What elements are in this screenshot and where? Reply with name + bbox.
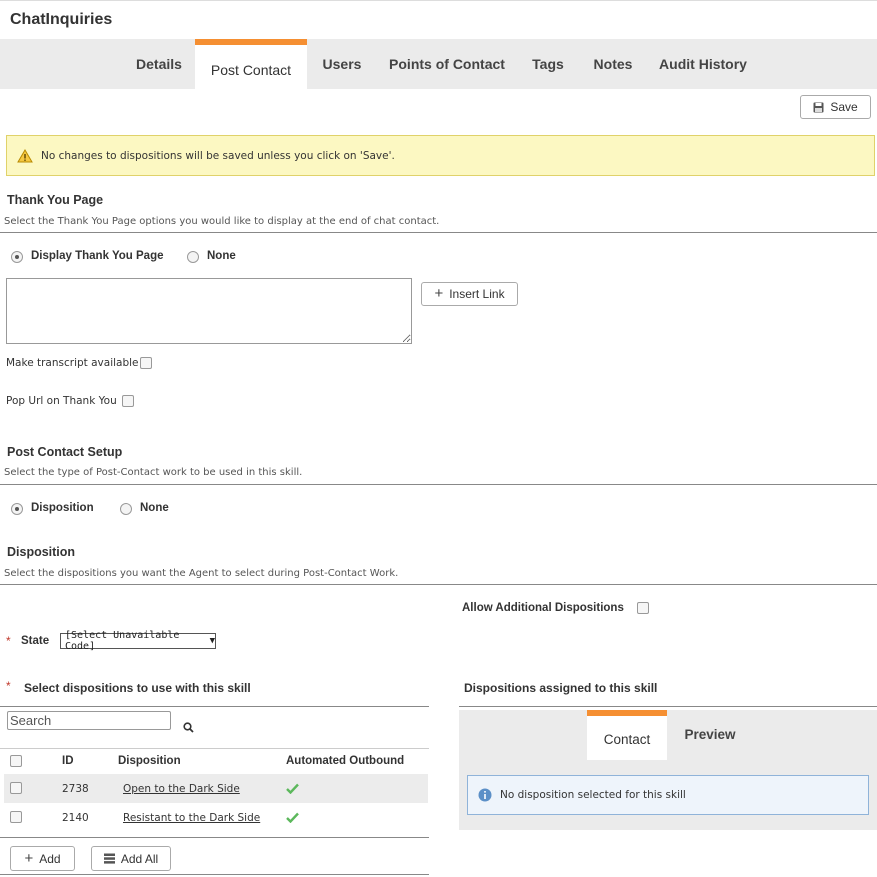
assigned-title: Dispositions assigned to this skill (464, 681, 658, 695)
pop-url-label: Pop Url on Thank You (6, 395, 117, 407)
post-contact-description: Select the type of Post-Contact work to … (4, 467, 303, 478)
display-thank-you-label: Display Thank You Page (31, 250, 164, 262)
tab-contact[interactable]: Contact (587, 710, 667, 760)
empty-info-text: No disposition selected for this skill (500, 789, 686, 801)
disposition-radio-label: Disposition (31, 502, 94, 514)
search-icon[interactable] (183, 722, 194, 733)
search-input[interactable]: Search (7, 711, 171, 730)
list-icon (103, 853, 115, 864)
warning-triangle-icon (17, 148, 33, 162)
table-footer-divider (0, 837, 429, 838)
transcript-checkbox[interactable] (140, 357, 152, 369)
disposition-title: Disposition (7, 545, 76, 559)
column-header-disposition: Disposition (118, 755, 181, 767)
post-contact-none-radio[interactable] (120, 503, 132, 515)
add-label: Add (39, 851, 61, 866)
state-select[interactable]: [Select Unavailable Code] ▼ (60, 630, 216, 652)
select-list-divider (0, 706, 429, 707)
display-thank-you-radio[interactable] (11, 251, 23, 263)
transcript-label: Make transcript available (6, 357, 139, 369)
checkmark-icon (286, 783, 299, 794)
plus-icon: + (24, 849, 34, 867)
assigned-divider (459, 706, 877, 707)
add-button[interactable]: + Add (10, 846, 75, 871)
tab-preview[interactable]: Preview (673, 710, 747, 760)
thank-you-none-radio[interactable] (187, 251, 199, 263)
allow-additional-label: Allow Additional Dispositions (462, 602, 624, 614)
info-icon (478, 788, 492, 802)
assigned-tab-bar: Contact Preview (459, 710, 877, 760)
disposition-divider (0, 584, 877, 585)
thank-you-title: Thank You Page (7, 193, 104, 207)
thank-you-divider (0, 232, 877, 233)
thank-you-description: Select the Thank You Page options you wo… (4, 216, 440, 227)
select-list-title: Select dispositions to use with this ski… (24, 681, 251, 695)
add-all-label: Add All (120, 851, 159, 866)
thank-you-textarea[interactable] (6, 278, 412, 344)
plus-icon: + (434, 285, 444, 302)
row-checkbox[interactable] (10, 811, 22, 823)
row-checkbox[interactable] (10, 782, 22, 794)
tab-notes[interactable]: Notes (582, 39, 644, 89)
state-select-value: [Select Unavailable Code] (65, 630, 180, 652)
select-all-checkbox[interactable] (10, 755, 22, 767)
save-button[interactable]: Save (800, 95, 871, 119)
tab-audit-history[interactable]: Audit History (652, 39, 754, 89)
warning-alert: No changes to dispositions will be saved… (6, 135, 875, 176)
post-contact-title: Post Contact Setup (7, 445, 123, 459)
save-label: Save (830, 100, 858, 114)
thank-you-none-label: None (207, 250, 236, 262)
allow-additional-checkbox[interactable] (637, 602, 649, 614)
tab-users[interactable]: Users (312, 39, 372, 89)
pop-url-checkbox[interactable] (122, 395, 134, 407)
required-marker: * (6, 634, 11, 648)
add-all-button[interactable]: Add All (91, 846, 171, 871)
post-contact-divider (0, 484, 877, 485)
tab-details[interactable]: Details (124, 39, 194, 89)
required-marker-list: * (6, 679, 11, 693)
floppy-disk-icon (813, 102, 824, 112)
row-disposition-link[interactable]: Resistant to the Dark Side (123, 812, 260, 824)
tab-bar: Details Post Contact Users Points of Con… (0, 39, 877, 89)
state-label: State (21, 635, 50, 647)
tab-tags[interactable]: Tags (522, 39, 574, 89)
row-disposition-link[interactable]: Open to the Dark Side (123, 783, 240, 795)
post-contact-none-label: None (140, 502, 169, 514)
top-divider (0, 0, 877, 1)
disposition-description: Select the dispositions you want the Age… (4, 568, 399, 579)
table-header-divider (0, 748, 429, 749)
checkmark-icon (286, 812, 299, 823)
list-bottom-divider (0, 874, 429, 875)
insert-link-label: Insert Link (449, 287, 505, 301)
empty-info-box: No disposition selected for this skill (467, 775, 869, 815)
tab-post-contact[interactable]: Post Contact (195, 39, 307, 89)
column-header-automated-outbound: Automated Outbound (286, 755, 405, 767)
chevron-down-icon: ▼ (209, 636, 215, 646)
insert-link-button[interactable]: + Insert Link (421, 282, 518, 306)
page-title: ChatInquiries (10, 11, 113, 28)
tab-points-of-contact[interactable]: Points of Contact (380, 39, 514, 89)
column-header-id: ID (62, 755, 74, 767)
row-id: 2738 (62, 783, 89, 795)
alert-text: No changes to dispositions will be saved… (41, 149, 395, 162)
disposition-radio[interactable] (11, 503, 23, 515)
row-id: 2140 (62, 812, 89, 824)
